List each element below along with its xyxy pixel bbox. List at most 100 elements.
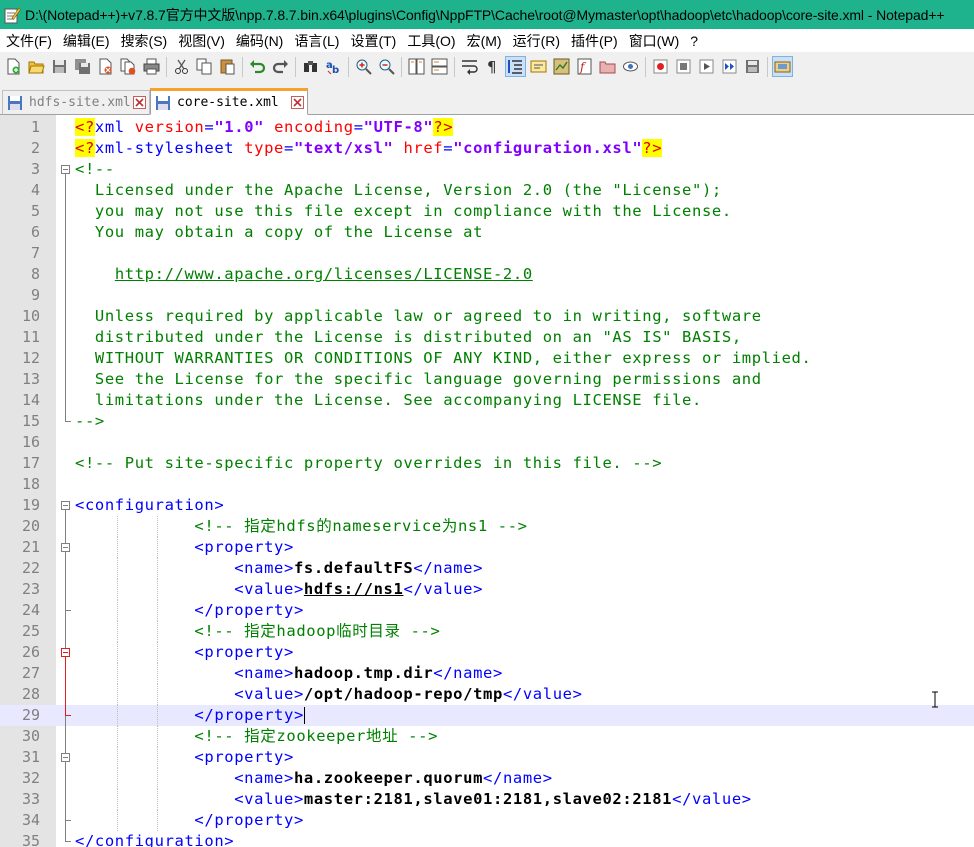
menu-help[interactable]: ?: [684, 33, 703, 49]
notepad-app-icon[interactable]: [3, 6, 21, 24]
line-number: 18: [21, 475, 40, 493]
code-line[interactable]: 18: [0, 474, 974, 495]
code-line[interactable]: 8 http://www.apache.org/licenses/LICENSE…: [0, 264, 974, 285]
code-line[interactable]: 10 Unless required by applicable law or …: [0, 306, 974, 327]
nppftp-icon[interactable]: [772, 56, 793, 77]
code-line[interactable]: 28 <value>/opt/hadoop-repo/tmp</value>: [0, 684, 974, 705]
menu-settings[interactable]: 设置(T): [344, 31, 401, 51]
save-macro-icon[interactable]: [742, 56, 763, 77]
folder-workspace-icon[interactable]: [597, 56, 618, 77]
indent-guide: [117, 789, 119, 810]
menu-file[interactable]: 文件(F): [0, 31, 57, 51]
doc-map-icon[interactable]: [551, 56, 572, 77]
menu-view[interactable]: 视图(V): [172, 31, 230, 51]
code-line[interactable]: 29 </property>: [0, 705, 974, 726]
new-file-icon[interactable]: [3, 56, 24, 77]
code-line[interactable]: 33 <value>master:2181,slave01:2181,slave…: [0, 789, 974, 810]
fold-toggle-icon[interactable]: [61, 165, 70, 174]
menu-language[interactable]: 语言(L): [288, 31, 344, 51]
find-icon[interactable]: [300, 56, 321, 77]
redo-icon[interactable]: [270, 56, 291, 77]
fold-toggle-icon[interactable]: [61, 501, 70, 510]
code-line[interactable]: 9: [0, 285, 974, 306]
run-macro-multiple-icon[interactable]: [719, 56, 740, 77]
code-line[interactable]: 23 <value>hdfs://ns1</value>: [0, 579, 974, 600]
record-macro-icon[interactable]: [650, 56, 671, 77]
code-line[interactable]: 21 <property>: [0, 537, 974, 558]
tab-hdfs-site[interactable]: hdfs-site.xml: [2, 90, 150, 115]
print-icon[interactable]: [141, 56, 162, 77]
fold-toggle-icon[interactable]: [61, 753, 70, 762]
code-line[interactable]: 1 <?xml version="1.0" encoding="UTF-8"?>: [0, 117, 974, 138]
copy-icon[interactable]: [194, 56, 215, 77]
menu-window[interactable]: 窗口(W): [623, 31, 685, 51]
line-number: 30: [21, 727, 40, 745]
close-tab-icon[interactable]: [291, 96, 304, 109]
code-line[interactable]: 32 <name>ha.zookeeper.quorum</name>: [0, 768, 974, 789]
fold-toggle-icon[interactable]: [61, 543, 70, 552]
paste-icon[interactable]: [217, 56, 238, 77]
line-number: 7: [30, 244, 40, 262]
replace-icon[interactable]: ab: [323, 56, 344, 77]
indent-guide: [157, 642, 159, 663]
close-tab-icon[interactable]: [133, 96, 146, 109]
menu-run[interactable]: 运行(R): [507, 31, 565, 51]
code-line[interactable]: 25 <!-- 指定hadoop临时目录 -->: [0, 621, 974, 642]
line-number: 27: [21, 664, 40, 682]
save-all-icon[interactable]: [72, 56, 93, 77]
code-line[interactable]: 4 Licensed under the Apache License, Ver…: [0, 180, 974, 201]
menu-encoding[interactable]: 编码(N): [230, 31, 288, 51]
monitoring-icon[interactable]: [620, 56, 641, 77]
play-macro-icon[interactable]: [696, 56, 717, 77]
close-all-icon[interactable]: [118, 56, 139, 77]
menu-tools[interactable]: 工具(O): [401, 31, 460, 51]
code-line[interactable]: 14 limitations under the License. See ac…: [0, 390, 974, 411]
code-line[interactable]: 34 </property>: [0, 810, 974, 831]
menu-search[interactable]: 搜索(S): [115, 31, 173, 51]
code-line[interactable]: 5 you may not use this file except in co…: [0, 201, 974, 222]
code-line[interactable]: 12 WITHOUT WARRANTIES OR CONDITIONS OF A…: [0, 348, 974, 369]
code-line[interactable]: 26 <property>: [0, 642, 974, 663]
code-line[interactable]: 19 <configuration>: [0, 495, 974, 516]
fold-line: [65, 716, 66, 842]
code-line[interactable]: 11 distributed under the License is dist…: [0, 327, 974, 348]
code-line[interactable]: 15 -->: [0, 411, 974, 432]
tab-core-site[interactable]: core-site.xml: [150, 88, 308, 115]
code-line[interactable]: 24 </property>: [0, 600, 974, 621]
cut-icon[interactable]: [171, 56, 192, 77]
zoom-out-icon[interactable]: [376, 56, 397, 77]
sync-vertical-icon[interactable]: [406, 56, 427, 77]
code-line[interactable]: 7: [0, 243, 974, 264]
indent-guide: [117, 537, 119, 558]
indent-guide-icon[interactable]: [505, 56, 526, 77]
function-list-icon[interactable]: f: [574, 56, 595, 77]
code-line[interactable]: 27 <name>hadoop.tmp.dir</name>: [0, 663, 974, 684]
code-line[interactable]: 2 <?xml-stylesheet type="text/xsl" href="…: [0, 138, 974, 159]
sync-horizontal-icon[interactable]: [429, 56, 450, 77]
menu-edit[interactable]: 编辑(E): [57, 31, 115, 51]
user-language-icon[interactable]: [528, 56, 549, 77]
code-line[interactable]: 6 You may obtain a copy of the License a…: [0, 222, 974, 243]
stop-macro-icon[interactable]: [673, 56, 694, 77]
save-icon[interactable]: [49, 56, 70, 77]
code-line[interactable]: 20 <!-- 指定hdfs的nameservice为ns1 -->: [0, 516, 974, 537]
menu-plugins[interactable]: 插件(P): [565, 31, 623, 51]
close-icon[interactable]: [95, 56, 116, 77]
word-wrap-icon[interactable]: [459, 56, 480, 77]
code-line[interactable]: 16: [0, 432, 974, 453]
code-line[interactable]: 3 <!--: [0, 159, 974, 180]
code-line[interactable]: 13 See the License for the specific lang…: [0, 369, 974, 390]
code-line[interactable]: 31 <property>: [0, 747, 974, 768]
code-line[interactable]: 35 </configuration>: [0, 831, 974, 847]
editor[interactable]: 1 <?xml version="1.0" encoding="UTF-8"?> 2…: [0, 115, 974, 847]
zoom-in-icon[interactable]: [353, 56, 374, 77]
code-line[interactable]: 22 <name>fs.defaultFS</name>: [0, 558, 974, 579]
show-all-chars-icon[interactable]: ¶: [482, 56, 503, 77]
open-file-icon[interactable]: [26, 56, 47, 77]
menu-macro[interactable]: 宏(M): [461, 31, 507, 51]
indent-guide: [117, 684, 119, 705]
undo-icon[interactable]: [247, 56, 268, 77]
code-line[interactable]: 17 <!-- Put site-specific property overri…: [0, 453, 974, 474]
fold-toggle-icon[interactable]: [61, 648, 70, 657]
code-line[interactable]: 30 <!-- 指定zookeeper地址 -->: [0, 726, 974, 747]
